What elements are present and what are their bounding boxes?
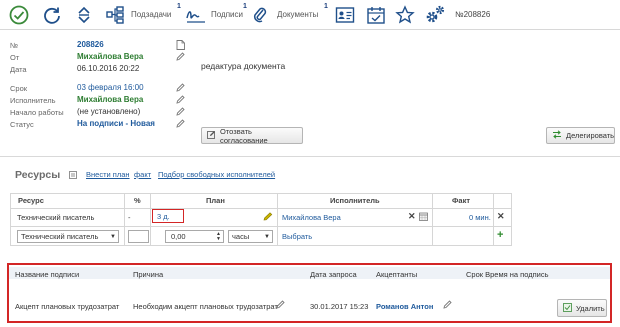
star-icon[interactable]	[395, 5, 415, 25]
field-value-from: Михайлова Вера	[77, 52, 144, 61]
unit-select[interactable]: часы ▼	[228, 230, 273, 243]
find-executors-link[interactable]: Подбор свободных исполнителей	[158, 170, 275, 179]
add-row-icon[interactable]: +	[497, 229, 503, 241]
revoke-approval-button[interactable]: Отозвать согласование	[201, 126, 303, 145]
field-value-deadline: 03 февраля 16:00	[77, 83, 144, 92]
table-border	[277, 193, 278, 245]
expand-collapse-icon[interactable]	[76, 6, 92, 24]
col-resource: Ресурс	[18, 196, 44, 205]
pencil-icon[interactable]	[176, 119, 185, 128]
contact-card-icon[interactable]	[335, 6, 355, 24]
field-label-date: Дата	[10, 65, 27, 74]
tab-signatures-badge: 1	[243, 3, 247, 10]
row-fact[interactable]: 0 мин.	[469, 213, 491, 222]
table-border	[10, 245, 512, 246]
task-description: редактура документа	[201, 61, 286, 71]
field-label-status: Статус	[10, 120, 34, 129]
approvals-highlight-box	[7, 263, 612, 323]
pencil-icon[interactable]	[263, 212, 273, 221]
tab-documents-badge: 1	[324, 3, 328, 10]
tab-signatures-label[interactable]: Подписи	[211, 10, 243, 19]
paperclip-icon[interactable]	[252, 5, 268, 25]
row-percent: -	[128, 213, 131, 222]
settings-gear-icon[interactable]	[424, 4, 446, 26]
chevron-down-icon: ▼	[264, 234, 270, 240]
remove-executor-icon[interactable]: ✕	[408, 211, 416, 222]
table-border	[10, 193, 512, 194]
amount-input[interactable]: 0,00 ▲ ▼	[165, 230, 224, 243]
table-border	[10, 193, 11, 245]
col-plan: План	[206, 196, 225, 205]
unit-select-value: часы	[232, 232, 250, 241]
tab-documents-label[interactable]: Документы	[277, 10, 318, 19]
resources-title: Ресурсы	[15, 169, 61, 181]
field-label-start: Начало работы	[10, 108, 64, 117]
swap-arrows-icon	[552, 130, 562, 141]
table-border	[10, 208, 512, 209]
enter-fact-link[interactable]: факт	[134, 170, 151, 179]
document-number: №208826	[455, 10, 491, 19]
delete-row-icon[interactable]: ✕	[497, 211, 505, 222]
resource-select-value: Технический писатель	[21, 232, 99, 241]
field-value-executor: Михайлова Вера	[77, 95, 144, 104]
field-value-status: На подписи - Новая	[77, 119, 155, 128]
field-value-number: 208826	[77, 40, 104, 49]
edit-box-icon	[207, 130, 216, 141]
signature-icon[interactable]	[185, 5, 207, 25]
col-fact: Факт	[452, 196, 470, 205]
percent-input[interactable]	[128, 230, 149, 243]
document-icon[interactable]	[176, 40, 185, 50]
field-label-executor: Исполнитель	[10, 96, 56, 105]
check-circle-icon[interactable]	[9, 5, 29, 25]
tab-subtasks-badge: 1	[177, 3, 181, 10]
chevron-down-icon: ▼	[110, 234, 116, 240]
tab-subtasks-label[interactable]: Подзадачи	[131, 10, 171, 19]
field-value-date: 06.10.2016 20:22	[77, 64, 140, 73]
col-percent: %	[134, 196, 141, 205]
stepper-icon[interactable]: ▲ ▼	[216, 232, 221, 242]
table-border	[124, 193, 125, 245]
refresh-icon[interactable]	[42, 5, 62, 25]
field-label-number: №	[10, 41, 19, 50]
toolbar: Подзадачи 1 Подписи 1 Документы 1 №20882…	[0, 0, 620, 30]
row-resource: Технический писатель	[17, 213, 95, 222]
delegate-label: Делегировать	[566, 131, 615, 140]
delegate-button[interactable]: Делегировать	[546, 127, 615, 144]
row-executor[interactable]: Михайлова Вера	[282, 213, 341, 222]
list-icon[interactable]	[69, 171, 77, 179]
pencil-icon[interactable]	[176, 95, 185, 104]
col-executor: Исполнитель	[330, 196, 380, 205]
revoke-approval-label: Отозвать согласование	[220, 126, 268, 145]
calendar-icon[interactable]	[419, 212, 428, 221]
field-value-start: (не установлено)	[77, 107, 141, 116]
pencil-icon[interactable]	[176, 83, 185, 92]
amount-value: 0,00	[171, 232, 186, 241]
choose-executor-link[interactable]: Выбрать	[282, 232, 312, 241]
resource-select[interactable]: Технический писатель ▼	[17, 230, 119, 243]
pencil-icon[interactable]	[176, 52, 185, 61]
section-divider	[0, 156, 620, 157]
plan-highlight[interactable]: 3 д.	[152, 209, 184, 223]
table-border	[150, 193, 151, 245]
table-border	[511, 193, 512, 245]
table-border	[10, 226, 512, 227]
field-label-from: От	[10, 53, 20, 62]
field-label-deadline: Срок	[10, 84, 28, 93]
row-plan: 3 д.	[157, 212, 170, 221]
enter-plan-link[interactable]: Внести план	[86, 170, 130, 179]
table-border	[432, 193, 433, 245]
pencil-icon[interactable]	[176, 107, 185, 116]
calendar-check-icon[interactable]	[366, 5, 386, 25]
subtasks-icon[interactable]	[105, 5, 125, 25]
table-border	[493, 193, 494, 245]
